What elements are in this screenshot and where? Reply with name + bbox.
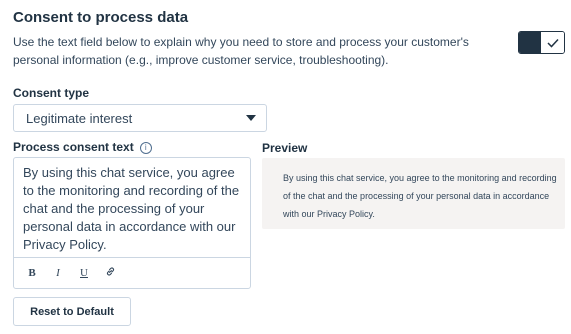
preview-label: Preview — [262, 141, 308, 155]
consent-type-select[interactable]: Legitimate interest — [13, 104, 267, 132]
check-icon — [541, 32, 564, 53]
editor-toolbar: B I U — [14, 257, 250, 288]
consent-type-label: Consent type — [13, 86, 90, 100]
bold-button[interactable]: B — [26, 267, 38, 279]
preview-text: By using this chat service, you agree to… — [283, 173, 557, 219]
underline-button[interactable]: U — [78, 267, 90, 279]
consent-toggle[interactable] — [518, 31, 565, 54]
process-text-label: Process consent text i — [13, 140, 152, 154]
consent-text-editor[interactable]: By using this chat service, you agree to… — [13, 157, 251, 289]
section-title: Consent to process data — [13, 9, 189, 26]
link-icon[interactable] — [104, 266, 116, 280]
chevron-down-icon — [246, 115, 256, 121]
italic-button[interactable]: I — [52, 267, 64, 279]
consent-text-input[interactable]: By using this chat service, you agree to… — [23, 164, 248, 254]
consent-type-value: Legitimate interest — [26, 110, 133, 126]
process-text-label-text: Process consent text — [13, 140, 134, 154]
reset-to-default-button[interactable]: Reset to Default — [13, 297, 131, 326]
info-icon[interactable]: i — [139, 142, 152, 154]
preview-box: By using this chat service, you agree to… — [262, 158, 565, 229]
toggle-knob — [519, 32, 541, 53]
section-description: Use the text field below to explain why … — [13, 35, 469, 67]
